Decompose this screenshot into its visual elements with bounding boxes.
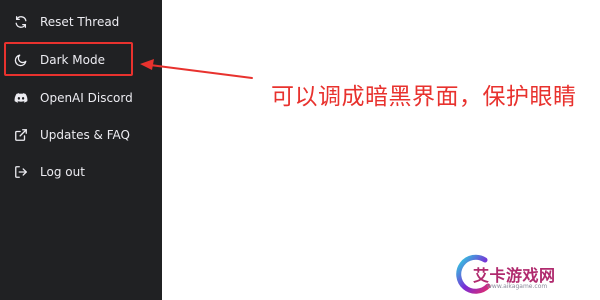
sidebar-item-label: Reset Thread <box>40 15 120 29</box>
moon-icon <box>14 53 28 67</box>
sidebar-item-log-out[interactable]: Log out <box>0 157 162 187</box>
sidebar: Reset Thread Dark Mode OpenAI Discord Up… <box>0 0 162 300</box>
discord-icon <box>14 91 28 105</box>
sidebar-item-openai-discord[interactable]: OpenAI Discord <box>0 83 162 113</box>
sidebar-item-reset-thread[interactable]: Reset Thread <box>0 7 162 37</box>
watermark-logo: 艾卡游戏网 www.aikagame.com <box>455 251 597 299</box>
watermark-ring-icon <box>456 254 491 294</box>
sidebar-item-label: OpenAI Discord <box>40 91 133 105</box>
external-link-icon <box>14 128 28 142</box>
refresh-icon <box>14 15 28 29</box>
sidebar-item-updates-faq[interactable]: Updates & FAQ <box>0 120 162 150</box>
watermark-text: 艾卡游戏网 <box>473 266 556 285</box>
sidebar-item-label: Log out <box>40 165 85 179</box>
annotation-text: 可以调成暗黑界面，保护眼睛 <box>271 84 577 110</box>
sidebar-item-label: Updates & FAQ <box>40 128 130 142</box>
screenshot-stage: Reset Thread Dark Mode OpenAI Discord Up… <box>0 0 600 300</box>
logout-icon <box>14 165 28 179</box>
sidebar-item-label: Dark Mode <box>40 53 105 67</box>
watermark-subtext: www.aikagame.com <box>487 283 548 290</box>
sidebar-item-dark-mode[interactable]: Dark Mode <box>0 45 162 75</box>
